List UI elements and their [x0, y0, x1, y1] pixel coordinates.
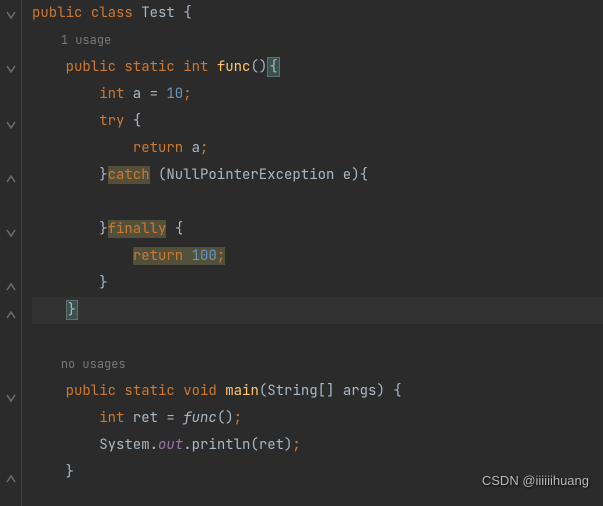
code-line: int ret = func();: [32, 405, 603, 432]
fold-icon[interactable]: [4, 391, 18, 405]
code-line: try {: [32, 108, 603, 135]
code-line: }: [32, 270, 603, 297]
code-line: }: [32, 297, 603, 324]
code-line: [32, 189, 603, 216]
fold-icon[interactable]: [4, 8, 18, 22]
code-line: return a;: [32, 135, 603, 162]
code-editor: public class Test { 1 usage public stati…: [0, 0, 603, 506]
watermark: CSDN @iiiiiihuang: [482, 467, 589, 494]
fold-up-icon[interactable]: [4, 308, 18, 322]
code-line: System.out.println(ret);: [32, 432, 603, 459]
fold-up-icon[interactable]: [4, 472, 18, 486]
usage-hint[interactable]: no usages: [32, 351, 603, 378]
code-line: }catch (NullPointerException e){: [32, 162, 603, 189]
code-line: public class Test {: [32, 0, 603, 27]
code-line: }finally {: [32, 216, 603, 243]
code-area[interactable]: public class Test { 1 usage public stati…: [22, 0, 603, 506]
code-line: public static int func(){: [32, 54, 603, 81]
code-line: return 100;: [32, 243, 603, 270]
fold-icon[interactable]: [4, 118, 18, 132]
fold-up-icon[interactable]: [4, 172, 18, 186]
fold-icon[interactable]: [4, 62, 18, 76]
usage-hint[interactable]: 1 usage: [32, 27, 603, 54]
code-line: public static void main(String[] args) {: [32, 378, 603, 405]
fold-icon[interactable]: [4, 226, 18, 240]
code-line: [32, 324, 603, 351]
fold-up-icon[interactable]: [4, 280, 18, 294]
code-line: int a = 10;: [32, 81, 603, 108]
gutter: [0, 0, 22, 506]
